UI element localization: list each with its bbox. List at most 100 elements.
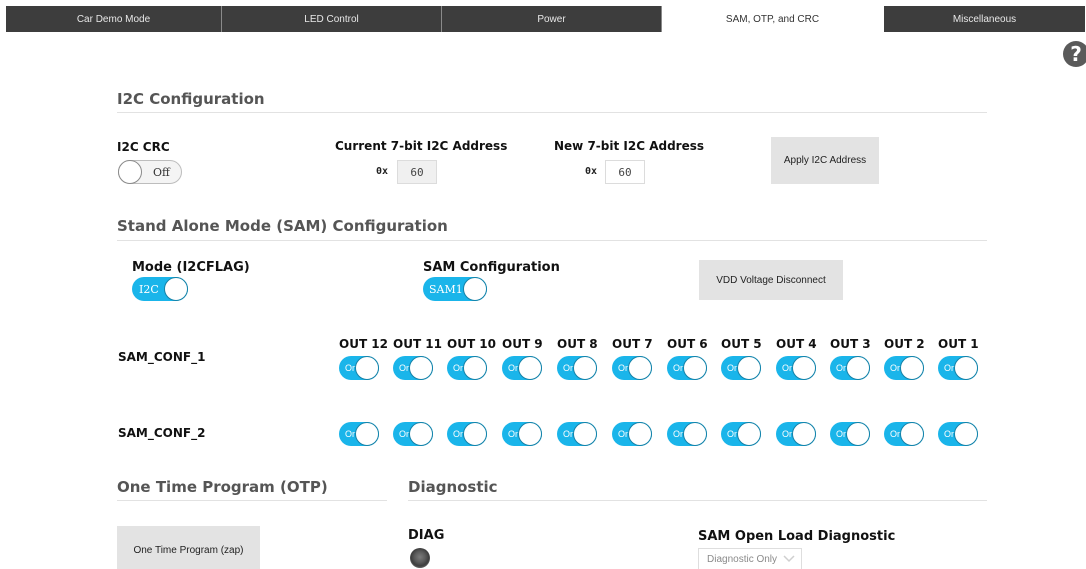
output-header: OUT 12	[339, 337, 389, 351]
sam-conf-2-toggle[interactable]: On	[447, 422, 487, 446]
sam-conf-1-toggle[interactable]: On	[557, 356, 597, 380]
sam-conf-2-toggle[interactable]: On	[776, 422, 816, 446]
sam-conf-1-toggle[interactable]: On	[339, 356, 379, 380]
sam-conf-2-toggle[interactable]: On	[502, 422, 542, 446]
output-header: OUT 7	[612, 337, 653, 351]
toggle-knob	[164, 277, 188, 301]
sam-conf-1-toggle[interactable]: On	[776, 356, 816, 380]
sam-conf-1-toggle[interactable]: On	[830, 356, 870, 380]
sam-conf-2-toggle[interactable]: On	[393, 422, 433, 446]
open-load-label: SAM Open Load Diagnostic	[698, 529, 896, 544]
output-header: OUT 1	[938, 337, 979, 351]
diag-label: DIAG	[408, 528, 445, 543]
sam-conf-2-toggle[interactable]: On	[830, 422, 870, 446]
sam-conf-1-toggle[interactable]: On	[884, 356, 924, 380]
toggle-knob	[355, 356, 379, 380]
mode-label: Mode (I2CFLAG)	[132, 260, 250, 275]
toggle-knob	[409, 356, 433, 380]
apply-i2c-address-button[interactable]: Apply I2C Address	[771, 137, 879, 184]
output-header: OUT 6	[667, 337, 708, 351]
diag-indicator-led	[410, 548, 430, 568]
toggle-state-label: I2C	[139, 282, 159, 296]
new-address-prefix: 0x	[585, 166, 598, 177]
current-address-field: 60	[397, 160, 437, 184]
sam-divider	[117, 240, 987, 241]
tab-bar: Car Demo Mode LED Control Power SAM, OTP…	[6, 6, 1085, 32]
toggle-knob	[737, 356, 761, 380]
toggle-knob	[900, 422, 924, 446]
mode-toggle[interactable]: I2C	[132, 277, 188, 301]
toggle-knob	[628, 422, 652, 446]
otp-divider	[117, 500, 387, 501]
diagnostic-divider	[408, 500, 987, 501]
toggle-state-label: SAM1	[429, 282, 463, 296]
sam-section-title: Stand Alone Mode (SAM) Configuration	[117, 217, 448, 235]
i2c-crc-label: I2C CRC	[117, 140, 170, 154]
toggle-knob	[954, 356, 978, 380]
new-address-field[interactable]: 60	[605, 160, 645, 184]
toggle-knob	[573, 356, 597, 380]
output-header: OUT 3	[830, 337, 871, 351]
sam-conf-2-toggle[interactable]: On	[721, 422, 761, 446]
diagnostic-section-title: Diagnostic	[408, 478, 498, 496]
toggle-knob	[463, 356, 487, 380]
sam-conf-1-toggle[interactable]: On	[938, 356, 978, 380]
sam-conf-1-toggle[interactable]: On	[447, 356, 487, 380]
output-header: OUT 10	[447, 337, 497, 351]
vdd-voltage-disconnect-button[interactable]: VDD Voltage Disconnect	[699, 260, 843, 300]
chevron-down-icon	[783, 555, 795, 563]
toggle-knob	[463, 277, 487, 301]
toggle-knob	[737, 422, 761, 446]
i2c-divider	[117, 112, 987, 113]
toggle-knob	[683, 356, 707, 380]
tab-sam-otp-crc[interactable]: SAM, OTP, and CRC	[662, 6, 884, 32]
sam-conf-2-toggle[interactable]: On	[938, 422, 978, 446]
toggle-knob	[846, 356, 870, 380]
toggle-knob	[628, 356, 652, 380]
sam-conf-1-toggle[interactable]: On	[721, 356, 761, 380]
sam-conf-2-toggle[interactable]: On	[339, 422, 379, 446]
sam-conf-1-toggle[interactable]: On	[667, 356, 707, 380]
sam-conf-1-toggle[interactable]: On	[612, 356, 652, 380]
help-icon[interactable]: ?	[1063, 41, 1086, 67]
output-header: OUT 4	[776, 337, 817, 351]
toggle-knob	[954, 422, 978, 446]
tab-car-demo-mode[interactable]: Car Demo Mode	[6, 6, 222, 32]
tab-led-control[interactable]: LED Control	[222, 6, 442, 32]
open-load-select[interactable]: Diagnostic Only	[698, 548, 802, 569]
toggle-knob	[792, 356, 816, 380]
toggle-knob	[846, 422, 870, 446]
tab-power[interactable]: Power	[442, 6, 662, 32]
sam-conf-1-toggle[interactable]: On	[393, 356, 433, 380]
toggle-knob	[573, 422, 597, 446]
open-load-value: Diagnostic Only	[707, 553, 778, 565]
toggle-knob	[900, 356, 924, 380]
current-address-label: Current 7-bit I2C Address	[335, 139, 508, 153]
sam-conf-1-toggle[interactable]: On	[502, 356, 542, 380]
i2c-crc-toggle[interactable]: Off	[118, 160, 182, 184]
current-address-prefix: 0x	[376, 166, 389, 177]
toggle-knob	[355, 422, 379, 446]
toggle-knob	[792, 422, 816, 446]
toggle-knob	[518, 356, 542, 380]
i2c-section-title: I2C Configuration	[117, 90, 265, 108]
toggle-knob	[118, 160, 142, 184]
output-header: OUT 11	[393, 337, 443, 351]
output-header: OUT 8	[557, 337, 598, 351]
one-time-program-button[interactable]: One Time Program (zap)	[117, 526, 260, 569]
output-header: OUT 9	[502, 337, 543, 351]
tab-miscellaneous[interactable]: Miscellaneous	[884, 6, 1085, 32]
sam-conf-2-toggle[interactable]: On	[667, 422, 707, 446]
output-header: OUT 2	[884, 337, 925, 351]
sam-conf-2-label: SAM_CONF_2	[118, 426, 206, 440]
sam-conf-2-toggle[interactable]: On	[884, 422, 924, 446]
sam-conf-2-toggle[interactable]: On	[612, 422, 652, 446]
toggle-knob	[683, 422, 707, 446]
otp-section-title: One Time Program (OTP)	[117, 478, 328, 496]
toggle-knob	[409, 422, 433, 446]
sam-config-toggle[interactable]: SAM1	[423, 277, 487, 301]
sam-conf-2-toggle[interactable]: On	[557, 422, 597, 446]
new-address-label: New 7-bit I2C Address	[554, 139, 704, 153]
toggle-knob	[518, 422, 542, 446]
toggle-state-label: Off	[153, 165, 170, 179]
